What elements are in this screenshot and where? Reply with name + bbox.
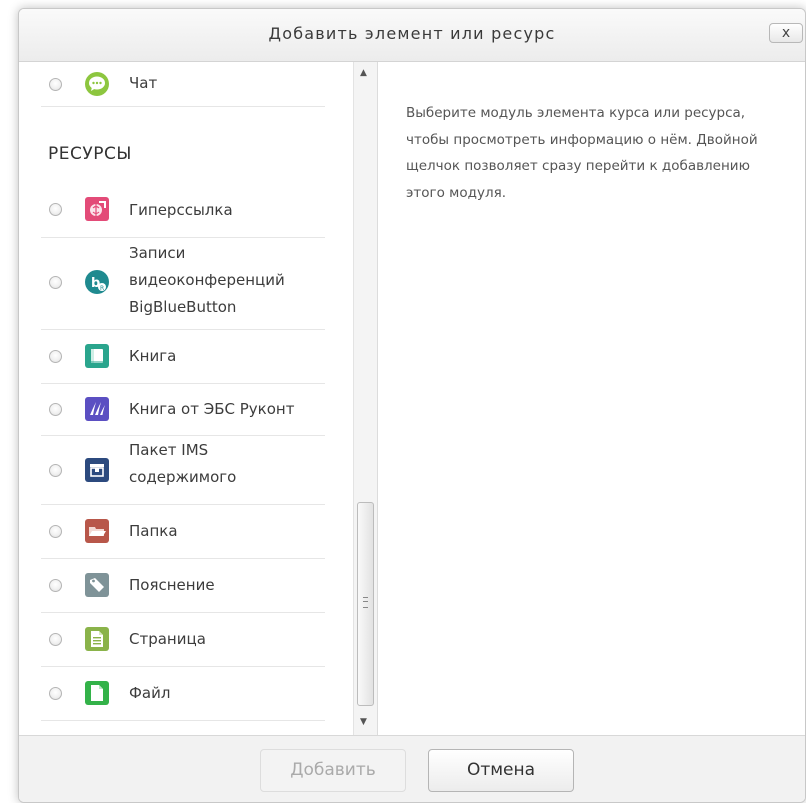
close-button[interactable]: x bbox=[769, 23, 803, 43]
option-rucont-book[interactable]: Книга от ЭБС Руконт bbox=[41, 384, 325, 436]
options-scrollbar[interactable]: ▲ ▼ bbox=[353, 62, 377, 735]
module-options-list: Чат РЕСУРСЫ Гиперссылка b R Записи видео… bbox=[19, 62, 353, 735]
radio-button[interactable] bbox=[49, 203, 62, 216]
svg-text:R: R bbox=[100, 285, 104, 292]
resources-heading: РЕСУРСЫ bbox=[48, 144, 132, 164]
radio-button[interactable] bbox=[49, 687, 62, 700]
option-label-line-3: BigBlueButton bbox=[129, 298, 237, 316]
cancel-button[interactable]: Отмена bbox=[428, 749, 574, 792]
module-description-text: Выберите модуль элемента курса или ресур… bbox=[406, 105, 758, 201]
module-description-panel: Выберите модуль элемента курса или ресур… bbox=[377, 62, 805, 735]
radio-button[interactable] bbox=[49, 525, 62, 538]
radio-button[interactable] bbox=[49, 78, 62, 91]
ims-package-icon bbox=[85, 458, 109, 482]
add-activity-dialog: Добавить элемент или ресурс x Чат РЕСУРС… bbox=[18, 8, 806, 803]
option-book[interactable]: Книга bbox=[41, 330, 325, 384]
dialog-footer: Добавить Отмена bbox=[19, 735, 805, 802]
scrollbar-thumb[interactable] bbox=[357, 502, 374, 706]
option-label: Книга bbox=[129, 347, 177, 365]
url-icon bbox=[85, 197, 109, 221]
option-ims-package[interactable]: Пакет IMS содержимого bbox=[41, 436, 325, 505]
grip-icon bbox=[363, 597, 368, 608]
chat-icon bbox=[85, 72, 109, 96]
radio-button[interactable] bbox=[49, 350, 62, 363]
bigbluebutton-icon: b R bbox=[85, 270, 109, 294]
option-label: Файл bbox=[129, 684, 171, 702]
scroll-down-arrow-icon[interactable]: ▼ bbox=[360, 717, 367, 727]
option-url[interactable]: Гиперссылка bbox=[41, 184, 325, 238]
option-label: Книга от ЭБС Руконт bbox=[129, 400, 295, 418]
dialog-title: Добавить элемент или ресурс bbox=[268, 24, 556, 43]
add-button[interactable]: Добавить bbox=[260, 749, 406, 792]
option-folder[interactable]: Папка bbox=[41, 505, 325, 559]
option-label-line-1: Записи bbox=[129, 244, 186, 262]
option-label: Страница bbox=[129, 630, 206, 648]
option-bigbluebutton-recordings[interactable]: b R Записи видеоконференций BigBlueButto… bbox=[41, 238, 325, 330]
option-label: Папка bbox=[129, 522, 178, 540]
folder-icon bbox=[85, 519, 109, 543]
book-icon bbox=[85, 344, 109, 368]
page-icon bbox=[85, 627, 109, 651]
radio-button[interactable] bbox=[49, 464, 62, 477]
option-label: Гиперссылка bbox=[129, 201, 233, 219]
file-icon bbox=[85, 681, 109, 705]
radio-button[interactable] bbox=[49, 579, 62, 592]
radio-button[interactable] bbox=[49, 633, 62, 646]
option-label: Пояснение bbox=[129, 576, 215, 594]
option-chat[interactable]: Чат bbox=[41, 62, 325, 107]
option-label-line-2: содержимого bbox=[129, 468, 237, 486]
option-page[interactable]: Страница bbox=[41, 613, 325, 667]
rucont-book-icon bbox=[85, 397, 109, 421]
option-label-line-1: Пакет IMS bbox=[129, 441, 209, 459]
scroll-up-arrow-icon[interactable]: ▲ bbox=[360, 68, 367, 78]
radio-button[interactable] bbox=[49, 403, 62, 416]
radio-button[interactable] bbox=[49, 276, 62, 289]
option-label: Чат bbox=[129, 74, 158, 92]
option-label-resource[interactable]: Пояснение bbox=[41, 559, 325, 613]
dialog-header: Добавить элемент или ресурс x bbox=[19, 9, 805, 62]
option-file[interactable]: Файл bbox=[41, 667, 325, 721]
option-label-line-2: видеоконференций bbox=[129, 271, 285, 289]
label-tag-icon bbox=[85, 573, 109, 597]
